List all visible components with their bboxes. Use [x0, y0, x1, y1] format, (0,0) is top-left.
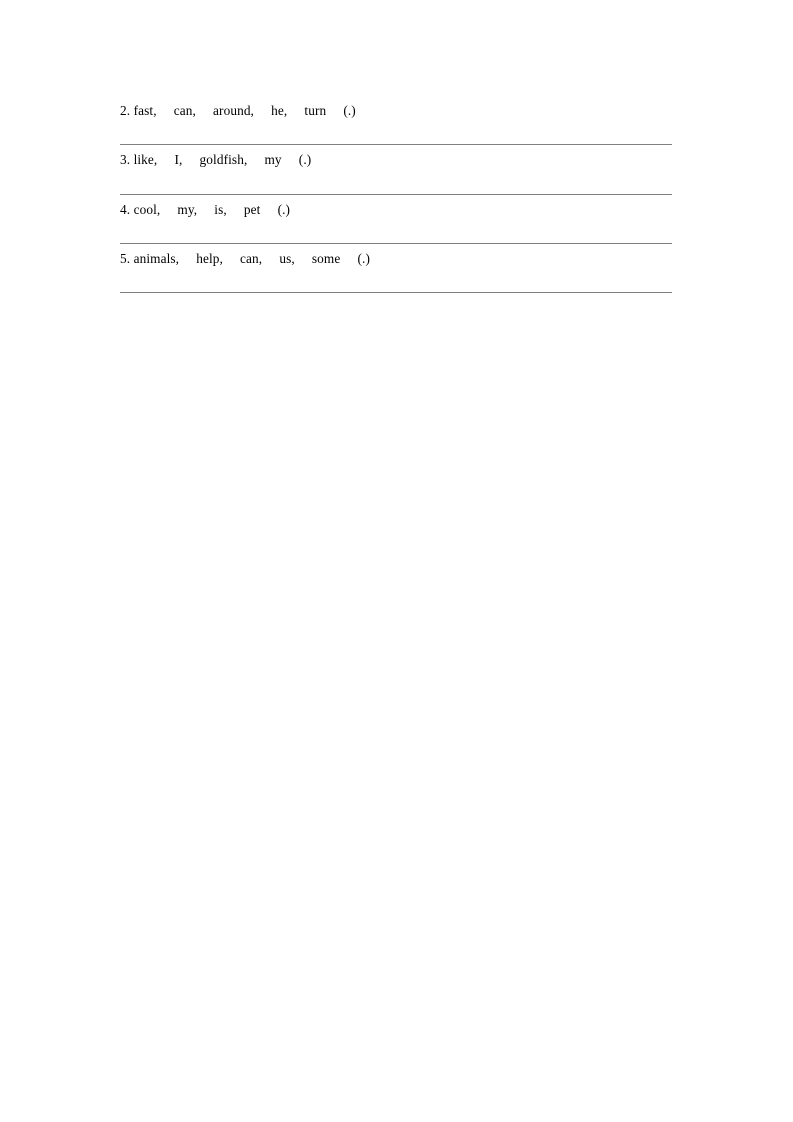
scrambled-sentence-text: 2. fast, can, around, he, turn (.) — [120, 103, 356, 118]
exercise-item: 5. animals, help, can, us, some (.) — [120, 244, 672, 294]
scrambled-sentence-text: 5. animals, help, can, us, some (.) — [120, 250, 370, 266]
exercise-list: 2. fast, can, around, he, turn (.) 3. li… — [120, 96, 672, 294]
worksheet-page: 2. fast, can, around, he, turn (.) 3. li… — [0, 0, 793, 1122]
exercise-item: 3. like, I, goldfish, my (.) — [120, 145, 672, 195]
exercise-item: 2. fast, can, around, he, turn (.) — [120, 96, 672, 146]
scrambled-sentence-text: 3. like, I, goldfish, my (.) — [120, 152, 312, 168]
exercise-item: 4. cool, my, is, pet (.) — [120, 195, 672, 244]
scrambled-sentence-text: 4. cool, my, is, pet (.) — [120, 201, 291, 217]
answer-rule[interactable] — [120, 292, 672, 294]
